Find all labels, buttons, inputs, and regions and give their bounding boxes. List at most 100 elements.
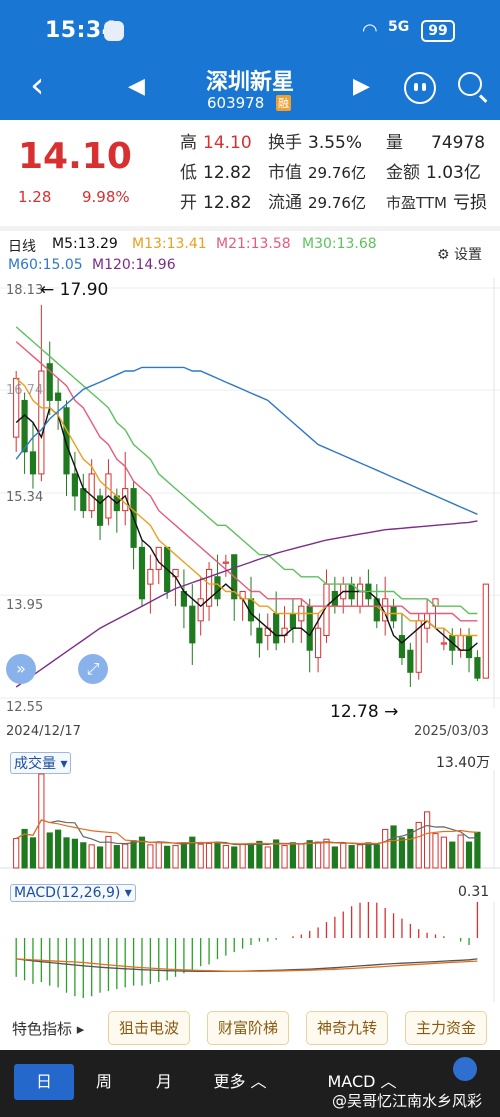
feature-button[interactable]: 神奇九转 xyxy=(306,1011,389,1045)
quote-amount: 金额 1.03亿 xyxy=(386,163,481,183)
candle-body xyxy=(222,561,229,564)
battery-icon: 99 xyxy=(421,20,455,42)
price-axis-label: 15.34 xyxy=(6,490,44,505)
volume-bar xyxy=(424,811,431,869)
candle-body xyxy=(63,407,70,475)
expand-icon: ⤢ xyxy=(86,659,100,678)
assistant-float-icon[interactable] xyxy=(453,1057,477,1081)
candle-body xyxy=(474,657,481,679)
volume-bar xyxy=(356,844,364,869)
candle-body xyxy=(29,451,37,475)
volume-bar xyxy=(13,838,20,869)
more-menu-icon[interactable] xyxy=(404,72,436,104)
volume-bar xyxy=(407,828,414,869)
price-axis-label: 13.95 xyxy=(6,598,44,613)
candle-body xyxy=(398,635,406,659)
volume-bar xyxy=(432,833,439,869)
collapse-button[interactable]: » xyxy=(6,654,36,684)
ma30-legend: M30:13.68 xyxy=(302,236,377,252)
candle-body xyxy=(465,635,473,659)
volume-bar xyxy=(122,843,129,869)
volume-max: 13.40万 xyxy=(436,755,491,771)
volume-bar xyxy=(96,846,104,869)
volume-bar xyxy=(71,838,78,869)
ma5-legend: M5:13.29 xyxy=(52,236,118,252)
chart-settings-button[interactable]: ⚙ 设置 xyxy=(437,244,482,264)
feature-button[interactable]: 主力资金 xyxy=(405,1011,488,1045)
fullscreen-button[interactable]: ⤢ xyxy=(78,654,108,684)
search-icon[interactable] xyxy=(458,72,482,96)
feature-indicator-bar: 特色指标 ▸ 狙击电波 财富阶梯 神奇九转 主力资金 xyxy=(0,1008,500,1050)
candle-body xyxy=(214,576,221,600)
volume-bar xyxy=(398,837,406,869)
feature-button[interactable]: 狙击电波 xyxy=(108,1011,191,1045)
price-axis-label: 12.55 xyxy=(6,700,44,715)
volume-bar xyxy=(105,835,112,869)
volume-bar xyxy=(289,842,297,869)
volume-bar xyxy=(155,842,162,869)
wifi-icon: ◠ xyxy=(362,20,378,41)
app-notification-icon xyxy=(104,21,124,41)
quote-pe-ttm: 市盈TTM 亏损 xyxy=(386,193,488,213)
volume-bar xyxy=(331,846,338,869)
macd-max: 0.31 xyxy=(458,884,490,900)
feature-indicator-label[interactable]: 特色指标 ▸ xyxy=(12,1018,84,1039)
candle-body xyxy=(71,473,78,497)
volume-bar xyxy=(55,829,62,869)
volume-bar xyxy=(340,842,347,869)
candle-body xyxy=(407,649,414,673)
candle-body xyxy=(289,613,297,629)
margin-badge: 融 xyxy=(276,95,291,111)
tab-day[interactable]: 日 xyxy=(14,1064,74,1100)
volume-bar xyxy=(373,844,380,869)
volume-bar xyxy=(465,841,473,869)
volume-bar xyxy=(172,845,179,869)
next-stock-arrow-icon[interactable]: ▶ xyxy=(353,74,370,99)
candle-body xyxy=(256,627,263,644)
high-price-annotation: ← 17.90 xyxy=(40,280,109,300)
volume-bar xyxy=(88,844,95,869)
volume-bar xyxy=(205,842,213,869)
macd-dea-line xyxy=(16,958,478,972)
last-price: 14.10 xyxy=(18,136,132,177)
tab-more[interactable]: 更多 ︿ xyxy=(200,1064,280,1100)
quote-high: 高 14.10 xyxy=(180,133,252,153)
tab-month[interactable]: 月 xyxy=(134,1064,194,1100)
stock-header: ‹ ◀ 深圳新星 603978 融 ▶ xyxy=(0,60,500,120)
ma13-legend: M13:13.41 xyxy=(132,236,207,252)
quote-low: 低 12.82 xyxy=(180,163,252,183)
volume-bar xyxy=(440,836,447,869)
ma30-line xyxy=(15,326,478,615)
candle-body xyxy=(356,583,364,607)
candle-body xyxy=(306,605,313,651)
volume-bar xyxy=(256,840,263,869)
volume-bar xyxy=(382,828,389,869)
volume-bar xyxy=(130,840,137,869)
volume-bar xyxy=(147,844,154,869)
gear-icon: ⚙ xyxy=(437,247,450,263)
volume-bar xyxy=(457,834,464,869)
volume-bar xyxy=(239,843,246,869)
feature-button[interactable]: 财富阶梯 xyxy=(207,1011,290,1045)
volume-bar xyxy=(390,825,397,869)
end-date: 2025/03/03 xyxy=(414,724,489,739)
volume-bar xyxy=(264,846,271,869)
volume-bar xyxy=(298,843,305,869)
volume-bar xyxy=(46,832,53,869)
signal-5g-icon: 5G xyxy=(388,19,410,35)
volume-bar xyxy=(214,842,221,869)
volume-bar xyxy=(314,841,322,869)
volume-bar xyxy=(348,845,355,869)
tab-week[interactable]: 周 xyxy=(74,1064,134,1100)
macd-indicator-select[interactable]: MACD(12,26,9) ▾ xyxy=(10,884,136,902)
candle-body xyxy=(96,495,104,526)
price-axis-label: 16.74 xyxy=(6,383,44,398)
volume-chart xyxy=(0,770,500,869)
volume-bar xyxy=(164,845,171,869)
candle-body xyxy=(314,627,322,659)
candle-body xyxy=(197,598,204,622)
quote-float-cap: 流通 29.76亿 xyxy=(268,193,366,213)
stock-code: 603978 xyxy=(207,94,265,112)
ma60-legend: M60:15.05 xyxy=(8,257,83,273)
candlestick-chart[interactable] xyxy=(0,278,500,708)
